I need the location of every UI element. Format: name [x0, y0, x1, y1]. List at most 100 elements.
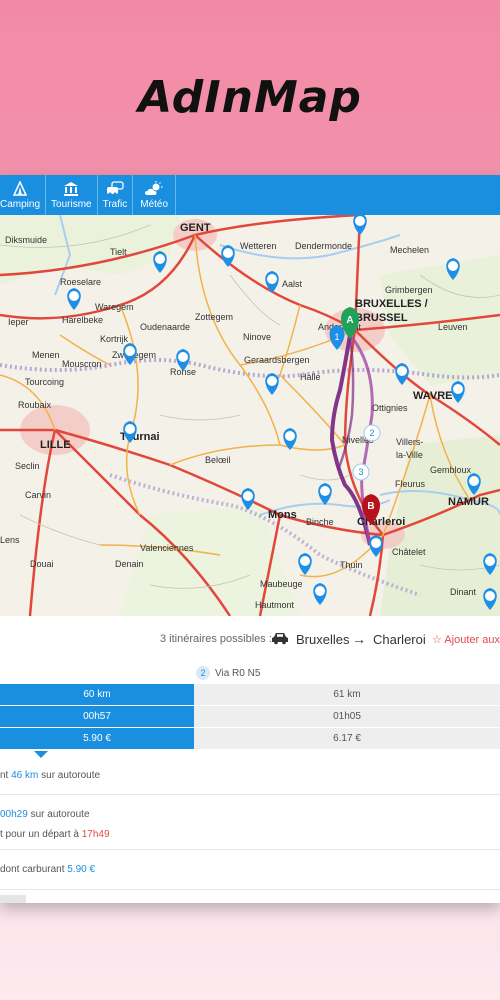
nav-label-tourisme: Tourisme: [51, 199, 92, 210]
car-icon: [271, 631, 289, 648]
place-charleroi: Charleroi: [357, 516, 405, 528]
place-thuin: Thuin: [340, 560, 363, 570]
nav-item-camping[interactable]: Camping: [0, 175, 47, 215]
fuel-cost: 5.90 €: [67, 864, 96, 875]
place-binche: Binche: [306, 517, 334, 527]
departure-time: 17h49: [81, 829, 110, 840]
place-carvin: Carvin: [25, 490, 51, 500]
place-brussel: BRUSSEL: [355, 312, 408, 324]
itinerary-header: 3 itinéraires possibles : Bruxelles → Ch…: [0, 627, 500, 651]
selected-duration: 00h57: [0, 706, 194, 727]
highway-duration: 00h29: [0, 809, 28, 820]
nav-label-trafic: Trafic: [102, 199, 128, 210]
place-maubeuge: Maubeuge: [260, 579, 303, 589]
star-icon: ☆: [432, 633, 442, 646]
place-denain: Denain: [115, 559, 144, 569]
arrow-right-icon: →: [352, 631, 366, 647]
place-fleurus: Fleurus: [395, 479, 426, 489]
detail-distance: nt 46 km sur autoroute: [0, 760, 500, 795]
waypoint-3[interactable]: 3: [352, 463, 370, 481]
place-lens: Lens: [0, 535, 20, 545]
place-chatelet: Châtelet: [392, 547, 426, 557]
place-halle: Halle: [300, 372, 321, 382]
waypoint-2[interactable]: 2: [363, 424, 381, 442]
place-beloeil: Belœil: [205, 455, 231, 465]
add-favorite-label: Ajouter aux: [444, 633, 500, 646]
svg-text:2: 2: [369, 428, 374, 438]
place-waregem: Waregem: [95, 302, 134, 312]
route-details: nt 46 km sur autoroute 00h29 sur autorou…: [0, 760, 500, 890]
place-dendermonde: Dendermonde: [295, 241, 352, 251]
place-kortrijk: Kortrijk: [100, 334, 129, 344]
place-menen: Menen: [32, 350, 60, 360]
place-mons: Mons: [268, 509, 297, 521]
place-mechelen: Mechelen: [390, 245, 429, 255]
place-aalst: Aalst: [282, 279, 303, 289]
route-tab-label: Via R0 N5: [215, 667, 261, 679]
place-wetteren: Wetteren: [240, 241, 276, 251]
place-gent: GENT: [180, 222, 211, 234]
place-mouscron: Mouscron: [62, 359, 102, 369]
monument-icon: [63, 180, 79, 197]
place-lille: LILLE: [40, 439, 71, 451]
place-ottignies: Ottignies: [372, 403, 408, 413]
place-tourcoing: Tourcoing: [25, 377, 64, 387]
nav-item-tourisme[interactable]: Tourisme: [46, 175, 98, 215]
place-diksmuide: Diksmuide: [5, 235, 47, 245]
selected-cost: 5.90 €: [0, 728, 194, 749]
place-hautmont: Hautmont: [255, 600, 295, 610]
svg-text:B: B: [367, 501, 374, 512]
selected-distance: 60 km: [0, 684, 194, 705]
alt-distance: 61 km: [194, 684, 500, 705]
highway-distance: 46 km: [11, 770, 39, 781]
place-laville: la-Ville: [396, 450, 423, 460]
place-wavre: WAVRE: [413, 390, 453, 402]
route-comparison-table: 60 km 61 km 00h57 01h05 5.90 € 6.17 €: [0, 684, 500, 750]
table-row[interactable]: 00h57 01h05: [0, 706, 500, 728]
weather-icon: [144, 180, 164, 197]
place-tielt: Tielt: [110, 247, 127, 257]
route-number-badge: 2: [196, 666, 210, 680]
nav-item-trafic[interactable]: Trafic: [98, 175, 134, 215]
tent-icon: [12, 180, 28, 197]
place-dinant: Dinant: [450, 587, 477, 597]
add-favorite-link[interactable]: ☆ Ajouter aux: [432, 633, 500, 646]
selected-column-pointer: [34, 751, 48, 758]
nav-label-camping: Camping: [0, 199, 41, 210]
destination-city: Charleroi: [373, 631, 426, 647]
svg-text:A: A: [346, 315, 353, 326]
place-douai: Douai: [30, 559, 54, 569]
detail-text: nt: [0, 770, 9, 781]
app-screen: Camping Tourisme Trafic Météo GENT Dende…: [0, 175, 500, 903]
place-ninove: Ninove: [243, 332, 271, 342]
place-leuven: Leuven: [438, 322, 468, 332]
top-nav: Camping Tourisme Trafic Météo: [0, 175, 500, 215]
place-namur: NAMUR: [448, 496, 489, 508]
itinerary-count: 3 itinéraires possibles :: [160, 633, 272, 645]
table-row[interactable]: 60 km 61 km: [0, 684, 500, 706]
origin-city: Bruxelles: [296, 631, 350, 647]
place-roeselare: Roeselare: [60, 277, 101, 287]
table-row[interactable]: 5.90 € 6.17 €: [0, 728, 500, 750]
cars-icon: [106, 180, 124, 197]
place-villers: Villers-: [396, 437, 423, 447]
route-tab-2[interactable]: 2 Via R0 N5: [196, 666, 260, 680]
detail-text: dont carburant: [0, 864, 65, 875]
place-seclin: Seclin: [15, 461, 40, 471]
nav-item-meteo[interactable]: Météo: [133, 175, 177, 215]
detail-text: t pour un départ à: [0, 829, 79, 840]
detail-duration: 00h29 sur autoroute t pour un départ à 1…: [0, 795, 500, 850]
alt-duration: 01h05: [194, 706, 500, 727]
place-bruxelles: BRUXELLES /: [355, 298, 428, 310]
place-grimbergen: Grimbergen: [385, 285, 433, 295]
scroll-stub: [0, 895, 26, 903]
app-title: AdInMap: [138, 72, 362, 123]
route-map[interactable]: GENT Dendermonde Mechelen Grimbergen BRU…: [0, 215, 500, 616]
place-geraardsbergen: Geraardsbergen: [244, 355, 310, 365]
detail-cost: dont carburant 5.90 €: [0, 850, 500, 890]
place-oudenaarde: Oudenaarde: [140, 322, 190, 332]
place-zottegem: Zottegem: [195, 312, 233, 322]
place-gembloux: Gembloux: [430, 465, 472, 475]
place-ieper: Ieper: [8, 317, 29, 327]
alt-cost: 6.17 €: [194, 728, 500, 749]
